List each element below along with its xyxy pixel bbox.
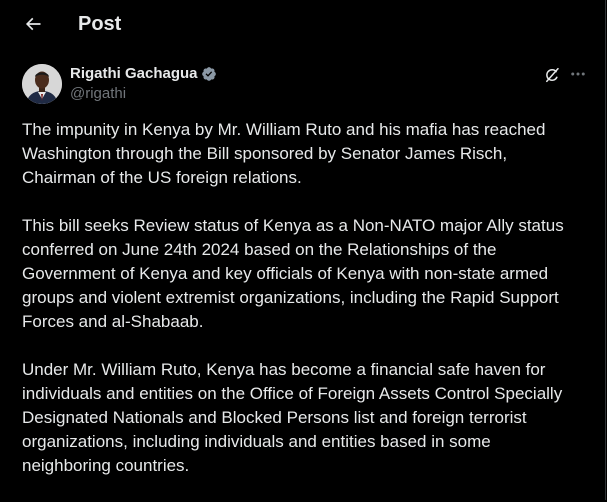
back-button[interactable] [16,7,50,41]
arrow-left-icon [23,14,43,34]
grok-button[interactable] [541,64,563,86]
page-title: Post [78,13,122,35]
author-handle[interactable]: @rigathi [70,84,126,104]
avatar[interactable] [22,64,62,104]
post-paragraph: This bill seeks Review status of Kenya a… [22,216,564,331]
post-paragraph: Under Mr. William Ruto, Kenya has become… [22,360,563,475]
more-horizontal-icon [569,65,587,83]
page-header: Post [0,0,605,50]
post-paragraph: The impunity in Kenya by Mr. William Rut… [22,120,546,187]
more-options-button[interactable] [567,64,589,84]
grok-icon [543,66,561,84]
author-name[interactable]: Rigathi Gachagua [70,64,198,84]
author-name-row: Rigathi Gachagua [70,64,217,84]
post-detail-view: Post Rigathi Gachagua @rigathi The impun… [0,0,606,500]
post-text: The impunity in Kenya by Mr. William Rut… [22,118,592,502]
verified-badge-icon [201,66,217,82]
